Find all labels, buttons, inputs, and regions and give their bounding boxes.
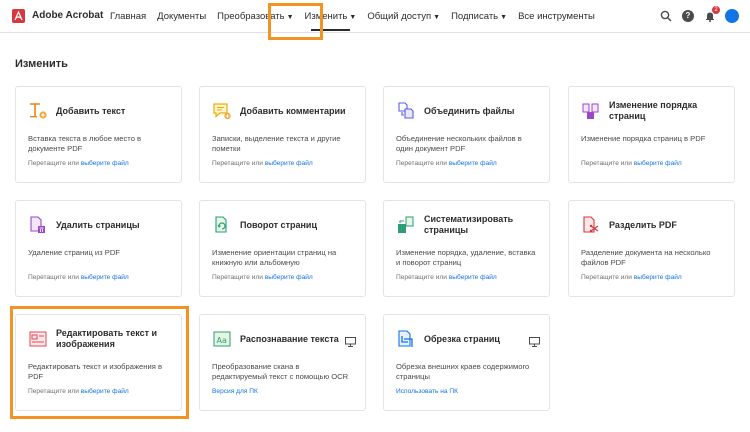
choose-file-link[interactable]: выберите файл xyxy=(265,160,313,167)
choose-file-link[interactable]: выберите файл xyxy=(634,160,682,167)
card-title: Систематизировать страницы xyxy=(424,214,514,235)
card-title: Удалить страницы xyxy=(56,220,140,230)
card-title: Разделить PDF xyxy=(609,220,677,230)
card-description: Изменение ориентации страниц на книжную … xyxy=(212,248,337,267)
drop-hint: Перетащите или xyxy=(396,274,447,281)
nav-home-label: Главная xyxy=(110,11,147,22)
ocr-icon: Aa xyxy=(212,329,232,349)
choose-file-link[interactable]: выберите файл xyxy=(265,274,313,281)
card-description: Объединение нескольких файлов в один док… xyxy=(396,134,522,153)
drop-hint: Перетащите или xyxy=(28,160,79,167)
nav-all-tools[interactable]: Все инструменты xyxy=(518,0,595,33)
nav-documents-label: Документы xyxy=(157,11,207,22)
card-footer: Перетащите или выберите файл xyxy=(396,160,497,167)
card-title: Добавить текст xyxy=(56,106,126,116)
search-icon[interactable] xyxy=(658,8,674,24)
card-title: Поворот страниц xyxy=(240,220,317,230)
card-description: Изменение порядка, удаление, вставка и п… xyxy=(396,248,536,267)
drop-hint: Перетащите или xyxy=(581,160,632,167)
highlight-frame-nav xyxy=(268,3,323,40)
notification-badge: 2 xyxy=(712,6,720,14)
nav-all-tools-label: Все инструменты xyxy=(518,11,595,22)
combine-files-icon xyxy=(396,101,416,121)
tool-card-combine-files[interactable]: Объединить файлы Объединение нескольких … xyxy=(383,86,550,183)
reorder-pages-icon xyxy=(581,101,601,121)
choose-file-link[interactable]: выберите файл xyxy=(449,160,497,167)
card-description: Преобразование скана в редактируемый тек… xyxy=(212,362,349,381)
card-title: Обрезка страниц xyxy=(424,334,500,344)
card-description: Изменение порядка страниц в PDF xyxy=(581,134,706,143)
card-description: Записки, выделение текста и другие помет… xyxy=(212,134,341,153)
split-pdf-icon xyxy=(581,215,601,235)
tool-card-crop-pages[interactable]: Обрезка страниц Обрезка внешних краев со… xyxy=(383,314,550,411)
card-title: Изменение порядка страниц xyxy=(609,100,698,121)
top-bar: Adobe Acrobat Главная Документы Преобраз… xyxy=(0,0,750,33)
card-footer: Перетащите или выберите файл xyxy=(28,160,129,167)
tool-card-add-text[interactable]: Добавить текст Вставка текста в любое ме… xyxy=(15,86,182,183)
card-footer: Перетащите или выберите файл xyxy=(581,274,682,281)
help-icon[interactable]: ? xyxy=(680,8,696,24)
card-description: Обрезка внешних краев содержимого страни… xyxy=(396,362,530,381)
nav-share[interactable]: Общий доступ ▼ xyxy=(367,0,440,33)
help-glyph: ? xyxy=(682,10,694,22)
card-description: Разделение документа на несколько файлов… xyxy=(581,248,711,267)
card-footer: Использовать на ПК xyxy=(396,388,458,395)
avatar[interactable] xyxy=(724,8,740,24)
delete-pages-icon xyxy=(28,215,48,235)
organize-pages-icon xyxy=(396,215,416,235)
drop-hint: Перетащите или xyxy=(396,160,447,167)
tool-card-add-comments[interactable]: Добавить комментарии Записки, выделение … xyxy=(199,86,366,183)
nav-sign[interactable]: Подписать ▼ xyxy=(451,0,507,33)
drop-hint: Перетащите или xyxy=(28,274,79,281)
chevron-down-icon: ▼ xyxy=(433,14,441,21)
avatar-circle xyxy=(725,9,739,23)
nav-share-label: Общий доступ xyxy=(367,11,432,22)
desktop-icon xyxy=(345,334,356,347)
choose-file-link[interactable]: выберите файл xyxy=(634,274,682,281)
nav-documents[interactable]: Документы xyxy=(157,0,206,33)
nav-sign-label: Подписать xyxy=(451,11,499,22)
card-description: Удаление страниц из PDF xyxy=(28,248,120,257)
choose-file-link[interactable]: выберите файл xyxy=(449,274,497,281)
card-footer: Версия для ПК xyxy=(212,388,258,395)
chevron-down-icon: ▼ xyxy=(500,14,508,21)
tool-card-delete-pages[interactable]: Удалить страницы Удаление страниц из PDF… xyxy=(15,200,182,297)
desktop-version-link[interactable]: Версия для ПК xyxy=(212,388,258,395)
use-on-pc-link[interactable]: Использовать на ПК xyxy=(396,388,458,395)
comment-icon xyxy=(212,101,232,121)
choose-file-link[interactable]: выберите файл xyxy=(81,160,129,167)
nav-home[interactable]: Главная xyxy=(110,0,146,33)
tool-card-split-pdf[interactable]: Разделить PDF Разделение документа на не… xyxy=(568,200,735,297)
card-title: Объединить файлы xyxy=(424,106,515,116)
drop-hint: Перетащите или xyxy=(581,274,632,281)
header-actions: ? 2 xyxy=(652,6,740,24)
card-footer: Перетащите или выберите файл xyxy=(28,274,129,281)
section-title: Изменить xyxy=(15,58,68,70)
rotate-pages-icon xyxy=(212,215,232,235)
acrobat-logo-icon[interactable] xyxy=(12,9,25,23)
card-footer: Перетащите или выберите файл xyxy=(212,274,313,281)
notifications-icon[interactable]: 2 xyxy=(702,6,720,24)
main-nav: Главная Документы Преобразовать ▼ Изменит… xyxy=(110,0,606,33)
drop-hint: Перетащите или xyxy=(212,274,263,281)
card-title: Распознавание текста xyxy=(240,334,339,344)
desktop-icon xyxy=(529,334,540,347)
drop-hint: Перетащите или xyxy=(212,160,263,167)
card-footer: Перетащите или выберите файл xyxy=(396,274,497,281)
card-description: Вставка текста в любое место в документе… xyxy=(28,134,142,153)
add-text-icon xyxy=(28,101,48,121)
tool-card-ocr[interactable]: Aa Распознавание текста Преобразование с… xyxy=(199,314,366,411)
tool-card-reorder-pages[interactable]: Изменение порядка страниц Изменение поря… xyxy=(568,86,735,183)
card-footer: Перетащите или выберите файл xyxy=(212,160,313,167)
app-name[interactable]: Adobe Acrobat xyxy=(32,10,103,21)
highlight-frame-card xyxy=(10,306,189,419)
choose-file-link[interactable]: выберите файл xyxy=(81,274,129,281)
chevron-down-icon: ▼ xyxy=(349,14,357,21)
svg-text:Aa: Aa xyxy=(217,336,227,345)
tool-card-rotate-pages[interactable]: Поворот страниц Изменение ориентации стр… xyxy=(199,200,366,297)
card-footer: Перетащите или выберите файл xyxy=(581,160,682,167)
card-title: Добавить комментарии xyxy=(240,106,346,116)
tool-card-organize-pages[interactable]: Систематизировать страницы Изменение пор… xyxy=(383,200,550,297)
crop-pages-icon xyxy=(396,329,416,349)
